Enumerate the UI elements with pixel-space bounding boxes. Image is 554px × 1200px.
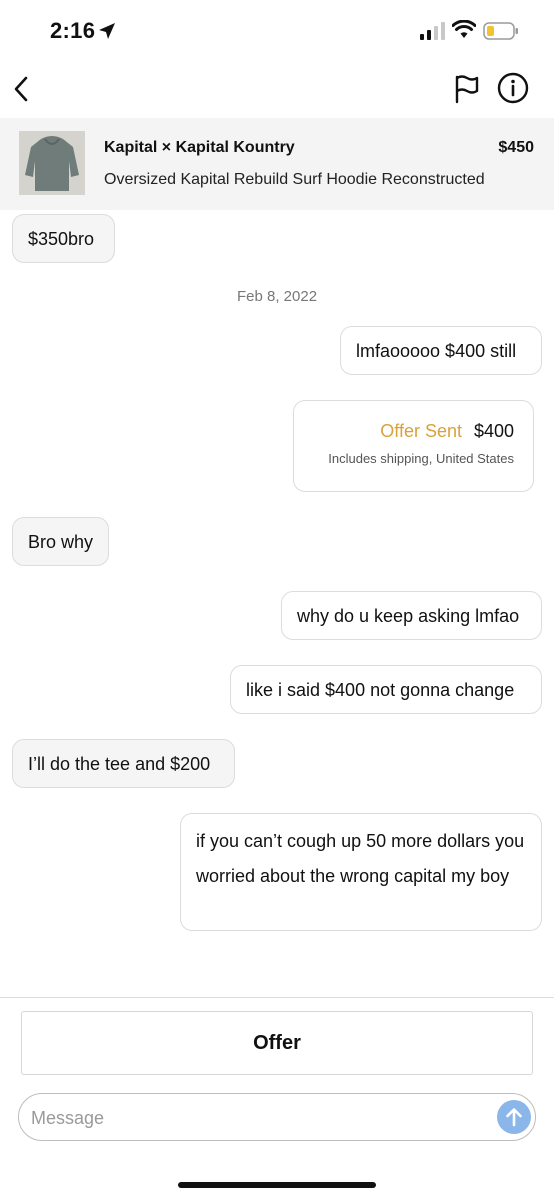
- date-divider: Feb 8, 2022: [236, 288, 318, 305]
- message-bubble-received: Bro why: [12, 517, 109, 566]
- listing-brand: Kapital × Kapital Kountry: [104, 139, 295, 156]
- offer-card[interactable]: Offer Sent $400 Includes shipping, Unite…: [293, 400, 534, 492]
- wifi-icon: [452, 20, 476, 38]
- conversation-header: [0, 64, 554, 116]
- listing-title: Oversized Kapital Rebuild Surf Hoodie Re…: [104, 171, 485, 188]
- message-bubble-received: $350bro: [12, 214, 115, 263]
- message-text: if you can’t cough up 50 more dollars yo…: [196, 831, 525, 886]
- message-text: Bro why: [28, 532, 94, 552]
- flag-icon[interactable]: [453, 74, 481, 104]
- message-bubble-sent: if you can’t cough up 50 more dollars yo…: [180, 813, 542, 931]
- offer-button[interactable]: Offer: [21, 1011, 533, 1075]
- offer-status: Offer Sent: [380, 421, 462, 441]
- composer-divider: [0, 997, 554, 998]
- message-text: $350bro: [28, 229, 95, 249]
- message-text: I’ll do the tee and $200: [28, 754, 211, 774]
- message-text: lmfaooooo $400 still: [356, 341, 517, 361]
- offer-amount: $400: [473, 421, 514, 441]
- clock: 2:16: [50, 18, 96, 43]
- message-composer: [18, 1093, 536, 1141]
- cellular-signal-icon: [420, 22, 445, 40]
- message-input[interactable]: [29, 1102, 493, 1134]
- send-button[interactable]: [497, 1100, 531, 1134]
- status-bar: 2:16: [0, 0, 554, 64]
- message-text: like i said $400 not gonna change: [246, 680, 515, 700]
- listing-summary[interactable]: Kapital × Kapital Kountry $450 Oversized…: [0, 118, 554, 210]
- message-bubble-sent: why do u keep asking lmfao: [281, 591, 542, 640]
- location-arrow-icon: [99, 23, 115, 39]
- offer-details: Includes shipping, United States: [328, 451, 514, 466]
- message-bubble-sent: lmfaooooo $400 still: [340, 326, 542, 375]
- arrow-up-icon: [506, 1108, 522, 1127]
- message-bubble-sent: like i said $400 not gonna change: [230, 665, 542, 714]
- battery-low-icon: [483, 22, 518, 40]
- listing-price: $450: [498, 139, 534, 156]
- message-text: why do u keep asking lmfao: [297, 606, 520, 626]
- home-indicator: [178, 1182, 376, 1188]
- listing-thumbnail: [19, 131, 85, 195]
- info-icon[interactable]: [497, 72, 529, 104]
- back-chevron-icon[interactable]: [10, 72, 34, 108]
- message-bubble-received: I’ll do the tee and $200: [12, 739, 235, 788]
